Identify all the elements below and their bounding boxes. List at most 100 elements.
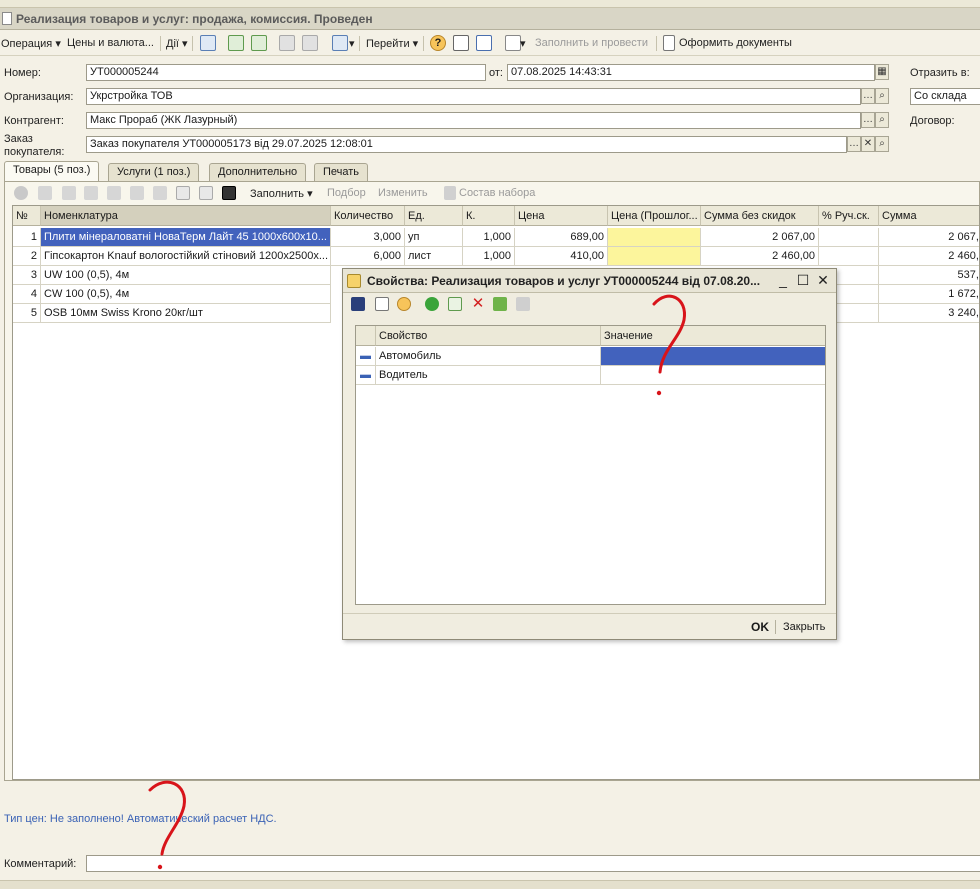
make-documents-button[interactable]: Оформить документы bbox=[679, 37, 792, 49]
close-button[interactable]: Закрыть bbox=[783, 621, 825, 633]
add-row-icon[interactable] bbox=[14, 186, 28, 200]
table-row-quantity[interactable]: 6,000 bbox=[331, 247, 405, 266]
table-row-manual-discount[interactable] bbox=[819, 247, 879, 266]
table-row-manual-discount[interactable] bbox=[819, 228, 879, 247]
reread-icon[interactable] bbox=[375, 297, 389, 311]
copy-icon[interactable] bbox=[251, 35, 267, 51]
check-list-icon[interactable] bbox=[476, 35, 492, 51]
edit-icon[interactable] bbox=[493, 297, 507, 311]
properties-table[interactable]: Свойство Значение ▬ Автомобиль ▬ Водител… bbox=[355, 325, 826, 605]
table-row-quantity[interactable]: 3,000 bbox=[331, 228, 405, 247]
property-row-name[interactable]: Автомобиль bbox=[376, 347, 601, 366]
xml-icon[interactable] bbox=[505, 35, 521, 51]
table-row-number[interactable]: 2 bbox=[13, 247, 41, 266]
table-row-sum[interactable]: 1 672,0 bbox=[879, 285, 979, 304]
copy-icon[interactable] bbox=[448, 297, 462, 311]
col-header-coefficient[interactable]: К. bbox=[463, 206, 515, 226]
organization-field[interactable]: Укрстройка ТОВ bbox=[86, 88, 861, 105]
number-field[interactable]: УТ000005244 bbox=[86, 64, 486, 81]
price-type-info-link[interactable]: Тип цен: Не заполнено! Автоматический ра… bbox=[4, 813, 277, 825]
warehouse-field[interactable]: Со склада bbox=[910, 88, 980, 105]
move-up-icon[interactable] bbox=[130, 186, 144, 200]
delete-icon[interactable]: ✕ bbox=[471, 296, 485, 311]
copy-row-icon[interactable] bbox=[38, 186, 52, 200]
table-row-unit[interactable]: лист bbox=[405, 247, 463, 266]
table-row-nomenclature[interactable]: Гіпсокартон Knauf вологостійкий стіновий… bbox=[41, 247, 331, 266]
minimize-icon[interactable]: _ bbox=[775, 272, 791, 289]
col-header-sum-no-discount[interactable]: Сумма без скидок bbox=[701, 206, 819, 226]
movements-icon[interactable] bbox=[302, 35, 318, 51]
table-row-number[interactable]: 5 bbox=[13, 304, 41, 323]
table-row-previous-price[interactable] bbox=[608, 228, 701, 247]
order-select-button[interactable]: … bbox=[847, 136, 861, 152]
table-row-coefficient[interactable]: 1,000 bbox=[463, 247, 515, 266]
table-row-sum-no-discount[interactable]: 2 460,00 bbox=[701, 247, 819, 266]
actions-menu[interactable]: Дії ▾ bbox=[166, 37, 188, 50]
organization-search-icon[interactable]: ⌕ bbox=[875, 88, 889, 104]
customer-order-field[interactable]: Заказ покупателя УТ000005173 від 29.07.2… bbox=[86, 136, 847, 153]
set-composition-button[interactable]: Состав набора bbox=[459, 187, 535, 199]
table-row-price[interactable]: 689,00 bbox=[515, 228, 608, 247]
close-icon[interactable]: ✕ bbox=[815, 272, 831, 289]
tab-services[interactable]: Услуги (1 поз.) bbox=[108, 163, 200, 181]
col-header-manual-discount[interactable]: % Руч.ск. bbox=[819, 206, 879, 226]
help-icon[interactable] bbox=[397, 297, 411, 311]
goto-menu[interactable]: Перейти ▾ bbox=[366, 37, 418, 50]
col-header-previous-price[interactable]: Цена (Прошлог... bbox=[608, 206, 701, 226]
col-header-nomenclature[interactable]: Номенклатура bbox=[41, 206, 331, 226]
operation-menu[interactable]: Операция ▾ bbox=[1, 37, 61, 50]
maximize-icon[interactable]: ☐ bbox=[795, 272, 811, 289]
end-edit-icon[interactable] bbox=[107, 186, 121, 200]
col-header-property[interactable]: Свойство bbox=[376, 326, 601, 346]
table-row-coefficient[interactable]: 1,000 bbox=[463, 228, 515, 247]
sort-asc-icon[interactable] bbox=[176, 186, 190, 200]
table-row-previous-price[interactable] bbox=[608, 247, 701, 266]
order-search-icon[interactable]: ⌕ bbox=[875, 136, 889, 152]
property-row-value[interactable] bbox=[601, 347, 825, 366]
tab-additional[interactable]: Дополнительно bbox=[209, 163, 307, 181]
post-icon[interactable] bbox=[200, 35, 216, 51]
structure-icon[interactable] bbox=[279, 35, 295, 51]
tab-print[interactable]: Печать bbox=[314, 163, 369, 181]
counterparty-select-button[interactable]: … bbox=[861, 112, 875, 128]
table-row-number[interactable]: 1 bbox=[13, 228, 41, 247]
organization-select-button[interactable]: … bbox=[861, 88, 875, 104]
date-field[interactable]: 07.08.2025 14:43:31 bbox=[507, 64, 875, 81]
end-edit-icon[interactable] bbox=[516, 297, 530, 311]
sort-desc-icon[interactable] bbox=[199, 186, 213, 200]
delete-row-icon[interactable] bbox=[84, 186, 98, 200]
table-row-sum-no-discount[interactable]: 2 067,00 bbox=[701, 228, 819, 247]
calendar-icon[interactable]: ▦ bbox=[875, 64, 889, 80]
list-icon[interactable] bbox=[453, 35, 469, 51]
enter-based-dropdown[interactable]: ▾ bbox=[349, 37, 355, 50]
table-row-sum[interactable]: 3 240,0 bbox=[879, 304, 979, 323]
table-row-number[interactable]: 4 bbox=[13, 285, 41, 304]
counterparty-search-icon[interactable]: ⌕ bbox=[875, 112, 889, 128]
table-row-nomenclature[interactable]: UW 100 (0,5), 4м bbox=[41, 266, 331, 285]
table-row-number[interactable]: 3 bbox=[13, 266, 41, 285]
col-header-number[interactable]: № bbox=[13, 206, 41, 226]
add-icon[interactable] bbox=[425, 297, 439, 311]
col-header-value[interactable]: Значение bbox=[601, 326, 825, 346]
help-icon[interactable]: ? bbox=[430, 35, 446, 51]
col-header-sum[interactable]: Сумма bbox=[879, 206, 979, 226]
save-icon[interactable] bbox=[351, 297, 365, 311]
pick-button[interactable]: Подбор bbox=[327, 187, 366, 199]
property-row-name[interactable]: Водитель bbox=[376, 366, 601, 385]
ok-button[interactable]: OK bbox=[751, 620, 769, 634]
refresh-icon[interactable] bbox=[228, 35, 244, 51]
table-row-price[interactable]: 410,00 bbox=[515, 247, 608, 266]
enter-based-icon[interactable] bbox=[332, 35, 348, 51]
prices-currency-button[interactable]: Цены и валюта... bbox=[67, 37, 154, 49]
comment-field[interactable] bbox=[86, 855, 980, 872]
col-header-unit[interactable]: Ед. bbox=[405, 206, 463, 226]
barcode-icon[interactable] bbox=[222, 186, 236, 200]
order-clear-icon[interactable]: ✕ bbox=[861, 136, 875, 152]
col-header-quantity[interactable]: Количество bbox=[331, 206, 405, 226]
property-row-value[interactable] bbox=[601, 366, 825, 385]
counterparty-field[interactable]: Макс Прораб (ЖК Лазурный) bbox=[86, 112, 861, 129]
change-button[interactable]: Изменить bbox=[378, 187, 428, 199]
edit-row-icon[interactable] bbox=[62, 186, 76, 200]
table-row-nomenclature[interactable]: CW 100 (0,5), 4м bbox=[41, 285, 331, 304]
tab-goods[interactable]: Товары (5 поз.) bbox=[4, 161, 100, 182]
